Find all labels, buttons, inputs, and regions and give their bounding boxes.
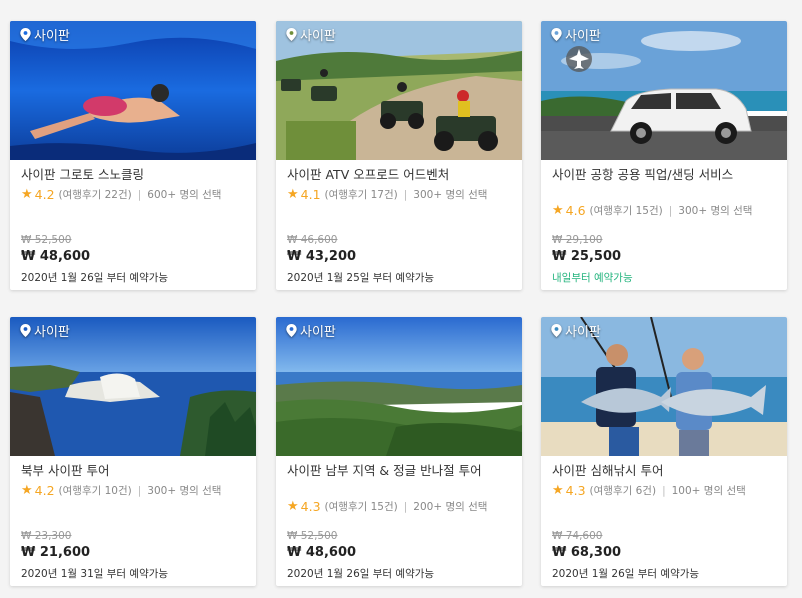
rating-row: ★ 4.2 (여행후기 10건) | 300+ 명의 선택 (21, 483, 221, 498)
map-pin-icon (551, 28, 562, 41)
product-title[interactable]: 북부 사이판 투어 (21, 463, 247, 479)
location-tag: 사이판 (20, 321, 70, 340)
map-pin-icon (551, 324, 562, 337)
product-card-grotto-snorkeling[interactable]: 사이판 사이판 그로토 스노클링 ★ 4.2 (여행후기 22건) | 600+… (10, 21, 256, 290)
rating-score: 4.2 (34, 483, 55, 498)
rating-score: 4.3 (565, 483, 586, 498)
divider: | (668, 204, 673, 217)
divider: | (137, 484, 142, 497)
map-pin-icon (286, 28, 297, 41)
location-label: 사이판 (34, 29, 70, 44)
location-tag: 사이판 (551, 321, 601, 340)
rating-score: 4.3 (300, 499, 321, 514)
location-tag: 사이판 (20, 25, 70, 44)
product-image[interactable]: 사이판 (10, 317, 256, 456)
original-price: ₩ 29,100 (552, 234, 603, 246)
sale-price: ₩ 48,600 (21, 249, 91, 264)
review-count: (여행후기 6건) (589, 485, 657, 497)
rating-score: 4.1 (300, 187, 321, 202)
review-count: (여행후기 10건) (58, 485, 132, 497)
product-image[interactable]: 사이판 (276, 317, 522, 456)
sale-price: ₩ 25,500 (552, 249, 622, 264)
product-image[interactable]: 사이판 (10, 21, 256, 160)
map-pin-icon (286, 324, 297, 337)
rating-row: ★ 4.3 (여행후기 6건) | 100+ 명의 선택 (552, 483, 746, 498)
original-price: ₩ 23,300 (21, 530, 72, 542)
star-icon: ★ (287, 187, 299, 202)
location-label: 사이판 (300, 29, 336, 44)
sale-price: ₩ 68,300 (552, 545, 622, 560)
booked-count: 300+ 명의 선택 (413, 189, 488, 201)
product-title[interactable]: 사이판 남부 지역 & 정글 반나절 투어 (287, 463, 513, 479)
product-title[interactable]: 사이판 ATV 오프로드 어드벤처 (287, 167, 513, 183)
product-image[interactable]: 사이판 (541, 21, 787, 160)
availability-text: 내일부터 예약가능 (552, 272, 633, 284)
product-card-north-saipan-tour[interactable]: 사이판 북부 사이판 투어 ★ 4.2 (여행후기 10건) | 300+ 명의… (10, 317, 256, 586)
review-count: (여행후기 15건) (589, 205, 663, 217)
divider: | (403, 500, 408, 513)
location-tag: 사이판 (286, 25, 336, 44)
product-card-atv-offroad[interactable]: 사이판 사이판 ATV 오프로드 어드벤처 ★ 4.1 (여행후기 17건) |… (276, 21, 522, 290)
product-card-south-saipan-jungle-tour[interactable]: 사이판 사이판 남부 지역 & 정글 반나절 투어 ★ 4.3 (여행후기 15… (276, 317, 522, 586)
product-card-airport-pickup[interactable]: 사이판 사이판 공항 공용 픽업/샌딩 서비스 ★ 4.6 (여행후기 15건)… (541, 21, 787, 290)
star-icon: ★ (287, 499, 299, 514)
rating-row: ★ 4.3 (여행후기 15건) | 200+ 명의 선택 (287, 499, 487, 514)
sale-price: ₩ 48,600 (287, 545, 357, 560)
review-count: (여행후기 22건) (58, 189, 132, 201)
location-label: 사이판 (565, 29, 601, 44)
rating-row: ★ 4.1 (여행후기 17건) | 300+ 명의 선택 (287, 187, 487, 202)
star-icon: ★ (21, 483, 33, 498)
rating-score: 4.2 (34, 187, 55, 202)
location-tag: 사이판 (551, 25, 601, 44)
sale-price: ₩ 21,600 (21, 545, 91, 560)
location-label: 사이판 (565, 325, 601, 340)
location-tag: 사이판 (286, 321, 336, 340)
availability-text: 2020년 1월 31일 부터 예약가능 (21, 568, 169, 580)
availability-text: 2020년 1월 25일 부터 예약가능 (287, 272, 435, 284)
divider: | (403, 188, 408, 201)
product-title[interactable]: 사이판 심해낚시 투어 (552, 463, 778, 479)
original-price: ₩ 46,600 (287, 234, 338, 246)
review-count: (여행후기 17건) (324, 189, 398, 201)
map-pin-icon (20, 324, 31, 337)
rating-row: ★ 4.6 (여행후기 15건) | 300+ 명의 선택 (552, 203, 752, 218)
product-image[interactable]: 사이판 (276, 21, 522, 160)
product-image[interactable]: 사이판 (541, 317, 787, 456)
star-icon: ★ (552, 483, 564, 498)
original-price: ₩ 52,500 (21, 234, 72, 246)
review-count: (여행후기 15건) (324, 501, 398, 513)
original-price: ₩ 52,500 (287, 530, 338, 542)
product-card-deep-sea-fishing-tour[interactable]: 사이판 사이판 심해낚시 투어 ★ 4.3 (여행후기 6건) | 100+ 명… (541, 317, 787, 586)
divider: | (662, 484, 666, 497)
booked-count: 200+ 명의 선택 (413, 501, 488, 513)
star-icon: ★ (552, 203, 564, 218)
availability-text: 2020년 1월 26일 부터 예약가능 (21, 272, 169, 284)
booked-count: 300+ 명의 선택 (678, 205, 753, 217)
product-title[interactable]: 사이판 그로토 스노클링 (21, 167, 247, 183)
availability-text: 2020년 1월 26일 부터 예약가능 (287, 568, 435, 580)
location-label: 사이판 (34, 325, 70, 340)
divider: | (137, 188, 142, 201)
star-icon: ★ (21, 187, 33, 202)
rating-row: ★ 4.2 (여행후기 22건) | 600+ 명의 선택 (21, 187, 221, 202)
availability-text: 2020년 1월 26일 부터 예약가능 (552, 568, 700, 580)
product-title[interactable]: 사이판 공항 공용 픽업/샌딩 서비스 (552, 167, 778, 183)
original-price: ₩ 74,600 (552, 530, 603, 542)
booked-count: 100+ 명의 선택 (671, 485, 746, 497)
rating-score: 4.6 (565, 203, 586, 218)
booked-count: 600+ 명의 선택 (147, 189, 222, 201)
location-label: 사이판 (300, 325, 336, 340)
booked-count: 300+ 명의 선택 (147, 485, 222, 497)
sale-price: ₩ 43,200 (287, 249, 357, 264)
map-pin-icon (20, 28, 31, 41)
